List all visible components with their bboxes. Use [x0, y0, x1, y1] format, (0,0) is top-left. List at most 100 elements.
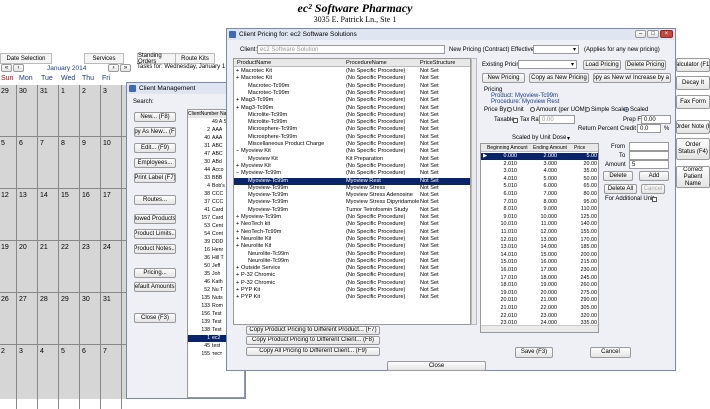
- calendar-day[interactable]: 31: [40, 88, 48, 95]
- expander-icon[interactable]: +: [236, 265, 239, 271]
- table-row[interactable]: 20.010 21.000 290.00: [481, 297, 598, 304]
- allowed-products-button[interactable]: Allowed Products...: [134, 214, 176, 224]
- delete-pricing-button[interactable]: Delete Pricing: [625, 60, 666, 70]
- table-row[interactable]: + P-32 Chromic (No Specific Procedure) Not …: [234, 280, 470, 287]
- table-row[interactable]: Myoview-Tc99m Myoview Stress Dipyridamole…: [234, 199, 470, 206]
- calendar-day[interactable]: 28: [40, 296, 48, 303]
- prep-fee-input[interactable]: 0.00: [641, 115, 671, 124]
- edit-client-button[interactable]: Edit... (F9): [134, 143, 176, 153]
- add-scale-button[interactable]: Add: [639, 171, 669, 181]
- expander-icon[interactable]: +: [236, 236, 239, 242]
- calendar-day[interactable]: 12: [1, 192, 9, 199]
- new-client-button[interactable]: New... (F8): [134, 112, 176, 122]
- calendar-grid[interactable]: 29 30 31 1 2 3 5 6 7 8 9 10 12 13 14 15 16 17 19 20 21 22 2…: [0, 85, 132, 409]
- scale-grid[interactable]: Beginning Amount Ending Amount Price 0.0…: [480, 143, 599, 333]
- table-row[interactable]: 5.010 6.000 65.00: [481, 183, 598, 190]
- expander-icon[interactable]: −: [236, 170, 239, 176]
- table-row[interactable]: + Neurolite Kit (No Specific Procedure) Not…: [234, 236, 470, 243]
- expander-icon[interactable]: +: [236, 221, 239, 227]
- table-row[interactable]: Myoview Kit Kit Preparation Not Set: [234, 156, 470, 163]
- table-row[interactable]: 2.010 3.000 20.00: [481, 161, 598, 168]
- table-row[interactable]: Miscellaneous Product Charge (No Specific…: [234, 141, 470, 148]
- table-row[interactable]: Microlite-Tc99m (No Specific Procedure) No…: [234, 112, 470, 119]
- calendar-day[interactable]: 30: [19, 88, 27, 95]
- prev-year-button[interactable]: «: [1, 64, 12, 72]
- table-row[interactable]: − Myoview Kit (No Specific Procedure) Not S…: [234, 148, 470, 155]
- radio-simple-scale[interactable]: Simple Scale: [585, 107, 626, 113]
- calendar-day[interactable]: 31: [103, 296, 111, 303]
- expander-icon[interactable]: +: [236, 280, 239, 286]
- calendar-day[interactable]: 3: [103, 88, 107, 95]
- close-icon[interactable]: ×: [659, 30, 673, 38]
- calendar-day[interactable]: 30: [82, 296, 90, 303]
- table-row[interactable]: 17.010 18.000 245.00: [481, 275, 598, 282]
- next-month-button[interactable]: ›: [108, 64, 119, 72]
- to-input[interactable]: [629, 151, 669, 160]
- new-pricing-button[interactable]: New Pricing: [482, 73, 525, 83]
- calendar-day[interactable]: 24: [103, 244, 111, 251]
- table-row[interactable]: 0.000 2.000 5.00 ▶: [481, 153, 598, 161]
- copy-product-to-product-button[interactable]: Copy Product Pricing to Different Produc…: [246, 326, 380, 335]
- expander-icon[interactable]: +: [236, 105, 239, 111]
- table-row[interactable]: Macrotec-Tc99m (No Specific Procedure) Not…: [234, 90, 470, 97]
- print-label-button[interactable]: Print Label (F7): [134, 173, 176, 183]
- radio-amount[interactable]: Amount (per UOM): [530, 107, 587, 113]
- table-row[interactable]: 21.010 22.000 305.00: [481, 305, 598, 312]
- calendar-day[interactable]: 7: [40, 140, 44, 147]
- order-note-button[interactable]: Order Note (F: [676, 120, 710, 134]
- order-status-button[interactable]: Order Status (F4): [676, 138, 710, 160]
- table-row[interactable]: 14.010 15.000 200.00: [481, 252, 598, 259]
- table-row[interactable]: + PYP Kit (No Specific Procedure) Not Set: [234, 294, 470, 301]
- table-row[interactable]: Myoview-Tc99m Myoview Stress Not Set: [234, 185, 470, 192]
- table-row[interactable]: 12.010 13.000 170.00: [481, 237, 598, 244]
- routes-button[interactable]: Routes...: [134, 195, 176, 205]
- calendar-day[interactable]: 2: [1, 348, 5, 355]
- from-input[interactable]: [629, 142, 669, 151]
- tab-standing-orders[interactable]: Standing Orders: [137, 53, 177, 65]
- table-row[interactable]: 22.010 23.000 320.00: [481, 313, 598, 320]
- fax-form-button[interactable]: Fax Form: [676, 95, 710, 109]
- table-row[interactable]: 9.010 10.000 125.00: [481, 214, 598, 221]
- table-row[interactable]: 19.010 20.000 275.00: [481, 290, 598, 297]
- product-pricing-grid[interactable]: ProductName ProcedureName PriceStructure…: [233, 58, 471, 325]
- table-row[interactable]: 16.010 17.000 230.00: [481, 267, 598, 274]
- calendar-day[interactable]: 21: [40, 244, 48, 251]
- expander-icon[interactable]: +: [236, 287, 239, 293]
- expander-icon[interactable]: +: [236, 75, 239, 81]
- load-pricing-button[interactable]: Load Pricing: [583, 60, 621, 70]
- calendar-day[interactable]: 16: [82, 192, 90, 199]
- calendar-day[interactable]: 26: [1, 296, 9, 303]
- calendar-day[interactable]: 22: [61, 244, 69, 251]
- radio-unit[interactable]: Unit: [507, 107, 524, 113]
- prev-month-button[interactable]: ‹: [13, 64, 24, 72]
- expander-icon[interactable]: +: [236, 229, 239, 235]
- table-row[interactable]: + NeoTech kit (No Specific Procedure) Not S…: [234, 221, 470, 228]
- next-year-button[interactable]: »: [120, 64, 131, 72]
- calendar-day[interactable]: 1: [61, 88, 65, 95]
- calendar-day[interactable]: 17: [103, 192, 111, 199]
- calendar-day[interactable]: 3: [19, 348, 23, 355]
- calendar-day[interactable]: 5: [1, 140, 5, 147]
- table-row[interactable]: Neurolite-Tc99m (No Specific Procedure) No…: [234, 251, 470, 258]
- table-row[interactable]: Microsphere-Tc99m (No Specific Procedure)…: [234, 126, 470, 133]
- table-row[interactable]: 8.010 9.000 110.00: [481, 206, 598, 213]
- calendar-day[interactable]: 8: [61, 140, 65, 147]
- calendar-day[interactable]: 23: [82, 244, 90, 251]
- scale-grid-scrollbar[interactable]: [481, 325, 598, 332]
- tab-route-kits[interactable]: Route Kits: [175, 53, 215, 64]
- table-row[interactable]: 15.010 16.000 215.00: [481, 259, 598, 266]
- copy-all-to-client-button[interactable]: Copy All Pricing to Different Client... …: [246, 347, 380, 356]
- additional-unit-checkbox[interactable]: [652, 196, 657, 203]
- minimize-icon[interactable]: –: [635, 30, 647, 38]
- table-row[interactable]: Microlite-Tc99m (No Specific Procedure) No…: [234, 119, 470, 126]
- product-notes-button[interactable]: Product Notes...: [134, 244, 176, 254]
- expander-icon[interactable]: +: [236, 272, 239, 278]
- table-row[interactable]: + Macrotec Kit (No Specific Procedure) Not …: [234, 68, 470, 75]
- cancel-button[interactable]: Cancel: [590, 347, 631, 358]
- calendar-day[interactable]: 15: [61, 192, 69, 199]
- table-row[interactable]: Myoview-Tc99m Myoview Stress Adenosine Not…: [234, 192, 470, 199]
- table-row[interactable]: Neurolite-Tc99m (No Specific Procedure) No…: [234, 258, 470, 265]
- calendar-day[interactable]: 2: [82, 88, 86, 95]
- tab-services[interactable]: Services: [84, 53, 124, 64]
- calculator-button[interactable]: Calculator (F11): [676, 58, 710, 72]
